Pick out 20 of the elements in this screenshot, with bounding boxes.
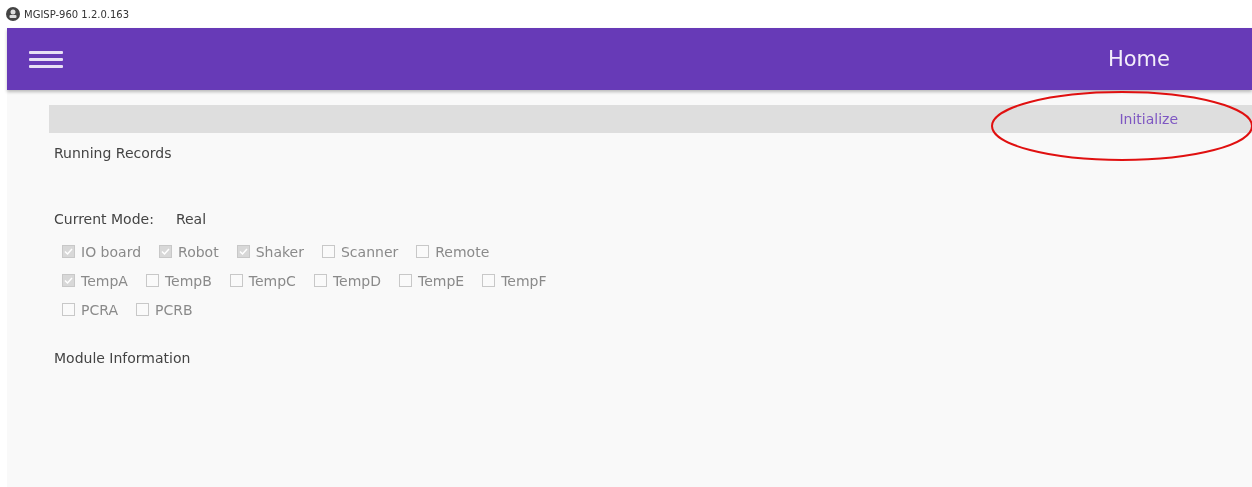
device-checkbox[interactable]: TempA (62, 272, 128, 289)
mode-value: Real (175, 211, 207, 227)
initialize-button[interactable]: Initialize (1115, 109, 1182, 129)
device-checkbox[interactable]: TempB (145, 272, 212, 289)
mode-label: Current Mode: (54, 211, 154, 227)
device-checkbox[interactable]: TempC (229, 272, 296, 289)
device-checkbox[interactable]: PCRB (135, 301, 193, 318)
device-checkbox[interactable]: Remote (416, 243, 490, 260)
device-checkbox[interactable]: TempE (399, 272, 465, 289)
device-checkbox[interactable]: TempF (482, 272, 547, 289)
device-checkbox[interactable]: Shaker (236, 243, 304, 260)
device-checkbox[interactable]: TempD (313, 272, 381, 289)
device-checkbox[interactable]: IO board (62, 243, 142, 260)
page-title: Home (1108, 47, 1170, 71)
window-title: MGISP-960 1.2.0.163 (24, 8, 130, 20)
device-checkbox[interactable]: PCRA (62, 301, 118, 318)
device-checkbox[interactable]: Robot (159, 243, 219, 260)
device-checkbox[interactable]: Scanner (321, 243, 399, 260)
section-heading: Module Information (54, 350, 192, 366)
section-heading: Running Records (54, 145, 173, 161)
